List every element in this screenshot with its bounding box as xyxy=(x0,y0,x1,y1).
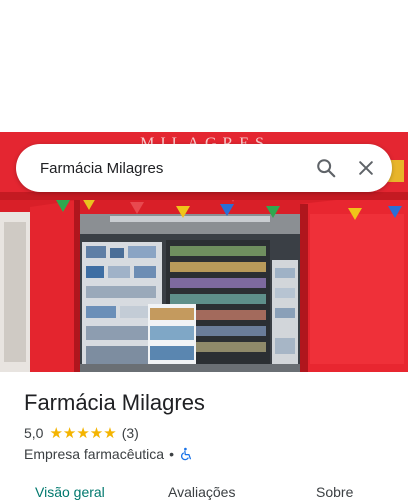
search-bar[interactable]: Farmácia Milagres xyxy=(16,144,392,192)
place-category[interactable]: Empresa farmacêutica xyxy=(24,446,164,462)
rating-value: 5,0 xyxy=(24,425,44,441)
rating-row[interactable]: 5,0 ★★★★★ (3) xyxy=(24,425,139,441)
tab-reviews[interactable]: Avaliações xyxy=(168,484,235,500)
place-title: Farmácia Milagres xyxy=(24,390,205,415)
category-row: Empresa farmacêutica • xyxy=(24,446,193,462)
wheelchair-icon[interactable] xyxy=(179,447,193,461)
tab-about[interactable]: Sobre xyxy=(316,484,353,500)
clear-search-button[interactable] xyxy=(346,148,386,188)
search-icon xyxy=(315,157,337,179)
place-page: MILAGRES xyxy=(0,0,408,504)
place-tabs: Visão geral Avaliações Sobre xyxy=(0,484,408,504)
place-info-panel: Farmácia Milagres 5,0 ★★★★★ (3) Empresa … xyxy=(0,372,408,504)
search-input[interactable]: Farmácia Milagres xyxy=(40,160,306,177)
star-rating-icon: ★★★★★ xyxy=(49,424,117,442)
close-icon xyxy=(356,158,376,178)
separator-dot: • xyxy=(169,446,174,462)
map-area[interactable] xyxy=(0,0,408,132)
search-button[interactable] xyxy=(306,148,346,188)
review-count[interactable]: (3) xyxy=(122,425,139,441)
tab-overview[interactable]: Visão geral xyxy=(35,484,105,500)
